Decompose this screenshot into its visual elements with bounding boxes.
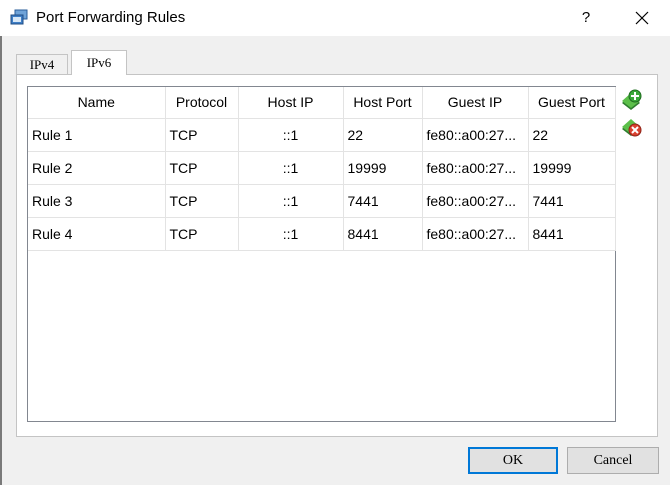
cell-protocol[interactable]: TCP [165, 184, 239, 218]
cell-host-ip[interactable]: ::1 [238, 217, 344, 251]
cell-name[interactable]: Rule 4 [28, 217, 166, 251]
virtualbox-window-icon [10, 9, 28, 25]
rule-actions [620, 89, 642, 141]
cell-host-ip[interactable]: ::1 [238, 118, 344, 152]
cell-guest-port[interactable]: 19999 [528, 151, 616, 185]
ok-button[interactable]: OK [468, 447, 558, 474]
table-row[interactable]: Rule 4 TCP ::1 8441 fe80::a00:27... 8441 [28, 217, 616, 251]
cell-guest-port[interactable]: 8441 [528, 217, 616, 251]
remove-rule-icon[interactable] [620, 115, 642, 137]
cell-host-port[interactable]: 19999 [343, 151, 423, 185]
window-title: Port Forwarding Rules [36, 9, 186, 26]
table-row[interactable]: Rule 1 TCP ::1 22 fe80::a00:27... 22 [28, 118, 616, 152]
column-header-host-port[interactable]: Host Port [343, 87, 423, 119]
tab-ipv4[interactable]: IPv4 [16, 54, 68, 74]
window-edge [0, 0, 2, 485]
cell-host-port[interactable]: 7441 [343, 184, 423, 218]
column-header-protocol[interactable]: Protocol [165, 87, 239, 119]
cell-guest-port[interactable]: 22 [528, 118, 616, 152]
cell-host-port[interactable]: 22 [343, 118, 423, 152]
close-icon[interactable] [620, 4, 664, 32]
cell-guest-ip[interactable]: fe80::a00:27... [422, 184, 529, 218]
cell-host-ip[interactable]: ::1 [238, 151, 344, 185]
cell-guest-ip[interactable]: fe80::a00:27... [422, 217, 529, 251]
rules-table[interactable]: Name Protocol Host IP Host Port Guest IP… [27, 86, 616, 422]
tab-ipv6[interactable]: IPv6 [71, 50, 127, 75]
table-row[interactable]: Rule 2 TCP ::1 19999 fe80::a00:27... 199… [28, 151, 616, 185]
cell-protocol[interactable]: TCP [165, 151, 239, 185]
cell-name[interactable]: Rule 2 [28, 151, 166, 185]
column-header-guest-port[interactable]: Guest Port [528, 87, 616, 119]
table-header: Name Protocol Host IP Host Port Guest IP… [28, 87, 616, 119]
cell-protocol[interactable]: TCP [165, 118, 239, 152]
cell-guest-port[interactable]: 7441 [528, 184, 616, 218]
column-header-name[interactable]: Name [28, 87, 166, 119]
column-header-host-ip[interactable]: Host IP [238, 87, 344, 119]
cell-host-ip[interactable]: ::1 [238, 184, 344, 218]
column-header-guest-ip[interactable]: Guest IP [422, 87, 529, 119]
cell-guest-ip[interactable]: fe80::a00:27... [422, 118, 529, 152]
table-row[interactable]: Rule 3 TCP ::1 7441 fe80::a00:27... 7441 [28, 184, 616, 218]
help-button[interactable]: ? [568, 4, 604, 32]
cell-guest-ip[interactable]: fe80::a00:27... [422, 151, 529, 185]
cell-name[interactable]: Rule 3 [28, 184, 166, 218]
cell-protocol[interactable]: TCP [165, 217, 239, 251]
cancel-button[interactable]: Cancel [567, 447, 659, 474]
add-rule-icon[interactable] [620, 89, 642, 111]
cell-host-port[interactable]: 8441 [343, 217, 423, 251]
title-bar: Port Forwarding Rules ? [0, 0, 670, 36]
cell-name[interactable]: Rule 1 [28, 118, 166, 152]
